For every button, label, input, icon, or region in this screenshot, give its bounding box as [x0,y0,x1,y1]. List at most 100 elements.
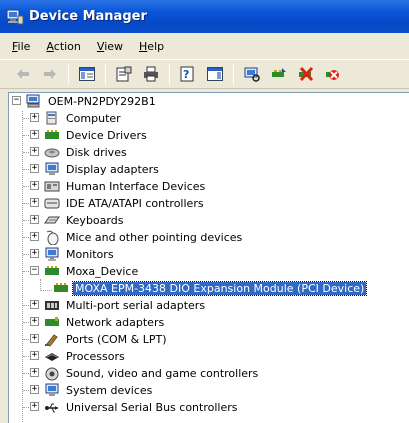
system-devices-icon [44,383,60,398]
tree-category-label: Display adapters [66,163,159,176]
tree-category-label: Network adapters [66,316,165,329]
tree-category[interactable]: + Ports (COM & LPT) [9,331,399,348]
menu-bar: File Action View Help [0,33,409,59]
tree-category[interactable]: + Device Drivers [9,127,399,144]
back-button[interactable] [14,65,32,83]
tree-category[interactable]: + Multi-port serial adapters [9,297,399,314]
expand-toggle[interactable]: + [30,181,39,190]
tree-category-label: Monitors [66,248,114,261]
tree-category-label: Moxa_Device [66,265,139,278]
toolbar-separator [169,64,170,84]
show-hide-tree-button[interactable] [78,65,96,83]
uninstall-button[interactable] [297,65,315,83]
tree-category[interactable]: + Computer [9,110,399,127]
tree-category-label: IDE ATA/ATAPI controllers [66,197,204,210]
menu-file[interactable]: File [4,40,38,53]
tree-category-label: Disk drives [66,146,127,159]
tree-category[interactable]: + Disk drives [9,144,399,161]
tree-category-label: Ports (COM & LPT) [66,333,167,346]
forward-button[interactable] [41,65,59,83]
printer-icon [144,66,158,82]
processor-icon [44,349,60,364]
ports-icon [44,332,60,347]
tree-category-label: Multi-port serial adapters [66,299,206,312]
help-button[interactable]: ? [179,65,197,83]
hid-icon [44,179,60,194]
console-tree-icon [79,67,95,81]
sound-icon [44,366,60,381]
expand-toggle[interactable]: + [30,198,39,207]
menu-file-label: ile [17,39,31,53]
tree-category[interactable]: + Keyboards [9,212,399,229]
menu-action[interactable]: Action [38,40,88,53]
expand-toggle[interactable]: + [30,249,39,258]
collapse-toggle[interactable]: − [12,96,21,105]
tree-root-label: OEM-PN2PDY292B1 [48,95,156,108]
toolbar-separator [68,64,69,84]
expand-toggle[interactable]: + [30,351,39,360]
computer-icon [44,111,60,126]
tree-category[interactable]: + Universal Serial Bus controllers [9,399,399,416]
ide-controller-icon [44,196,60,211]
keyboard-icon [44,213,60,228]
menu-action-label: ction [53,39,81,53]
scan-hardware-button[interactable] [243,65,261,83]
update-driver-icon [272,68,286,77]
toolbar-separator [233,64,234,84]
tree-category[interactable]: − Moxa_Device [9,263,399,280]
tree-category[interactable]: + Human Interface Devices [9,178,399,195]
update-driver-button[interactable] [270,65,288,83]
tree-category-label: Universal Serial Bus controllers [66,401,238,414]
expand-toggle[interactable]: + [30,232,39,241]
tree-category[interactable]: + Mice and other pointing devices [9,229,399,246]
action-pane-button[interactable] [206,65,224,83]
tree-category[interactable]: + Display adapters [9,161,399,178]
tree-root[interactable]: − OEM-PN2PDY292B1 [9,93,399,110]
expand-toggle[interactable]: + [30,334,39,343]
properties-button[interactable] [115,65,133,83]
expand-toggle[interactable]: + [30,215,39,224]
tree-category-label: Human Interface Devices [66,180,206,193]
expand-toggle[interactable]: + [30,317,39,326]
expand-toggle[interactable]: + [30,385,39,394]
expand-toggle[interactable]: + [30,164,39,173]
tree-category-label: Device Drivers [66,129,147,142]
monitor-icon [44,247,60,262]
tree-category[interactable]: + Network adapters [9,314,399,331]
print-button[interactable] [142,65,160,83]
expand-toggle[interactable]: + [30,147,39,156]
pci-device-icon [53,281,69,296]
computer-icon [26,94,42,109]
expand-toggle[interactable]: + [30,113,39,122]
tree-category[interactable]: + System devices [9,382,399,399]
tree-category-label: System devices [66,384,153,397]
tree-category[interactable]: + Processors [9,348,399,365]
expand-toggle[interactable]: + [30,368,39,377]
expand-toggle[interactable]: + [30,402,39,411]
svg-text:?: ? [183,68,189,81]
menu-help[interactable]: Help [131,40,172,53]
moxa-epm-3438-device[interactable]: MOXA EPM-3438 DIO Expansion Module (PCI … [9,280,404,297]
expand-toggle[interactable]: + [30,300,39,309]
menu-view-label: iew [104,39,124,53]
disable-button[interactable] [324,65,342,83]
menu-help-label: elp [147,39,165,53]
tree-category[interactable]: + Monitors [9,246,399,263]
collapse-toggle[interactable]: − [30,266,39,275]
scan-hardware-icon [244,67,260,82]
title-bar[interactable]: Device Manager [0,0,409,33]
tree-category-label: Sound, video and game controllers [66,367,259,380]
tree-category[interactable]: + Sound, video and game controllers [9,365,399,382]
usb-icon [44,400,60,415]
menu-view[interactable]: View [89,40,131,53]
tree-category-label: Computer [66,112,121,125]
properties-icon [116,66,132,82]
expand-toggle[interactable]: + [30,130,39,139]
tree-category[interactable]: + IDE ATA/ATAPI controllers [9,195,399,212]
menu-action-accel: A [46,39,54,53]
device-drivers-icon [44,128,60,143]
back-arrow-icon [17,69,29,79]
device-manager-window: Device Manager File Action View Help ? −… [0,0,409,423]
tree-category-label: Processors [66,350,125,363]
device-tree[interactable]: − OEM-PN2PDY292B1 + Computer + Device Drive… [8,92,409,423]
